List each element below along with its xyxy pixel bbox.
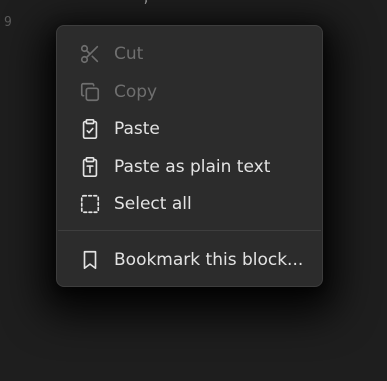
- bookmark-icon: [78, 248, 102, 272]
- menu-item-label: Select all: [114, 193, 192, 214]
- menu-item-copy[interactable]: Copy: [57, 76, 322, 108]
- line-number: 9: [4, 15, 12, 30]
- copy-icon: [78, 80, 102, 104]
- dashed-square-icon: [78, 192, 102, 216]
- editor-background-text: ' ,: [0, 0, 387, 7]
- menu-item-paste-plain-text[interactable]: Paste as plain text: [57, 151, 322, 183]
- clipped-text: ' ,: [130, 0, 151, 6]
- menu-item-select-all[interactable]: Select all: [57, 188, 322, 220]
- menu-item-label: Bookmark this block...: [114, 249, 304, 270]
- context-menu: Cut Copy Paste Paste as plain text Selec…: [56, 25, 323, 287]
- menu-item-label: Paste: [114, 118, 160, 139]
- clipboard-text-icon: [78, 155, 102, 179]
- menu-separator: [58, 230, 321, 231]
- scissors-icon: [78, 42, 102, 66]
- clipboard-check-icon: [78, 117, 102, 141]
- menu-item-label: Cut: [114, 43, 144, 64]
- menu-item-label: Copy: [114, 81, 158, 102]
- menu-item-cut[interactable]: Cut: [57, 38, 322, 70]
- menu-item-bookmark-block[interactable]: Bookmark this block...: [57, 244, 322, 276]
- menu-item-label: Paste as plain text: [114, 156, 271, 177]
- menu-item-paste[interactable]: Paste: [57, 113, 322, 145]
